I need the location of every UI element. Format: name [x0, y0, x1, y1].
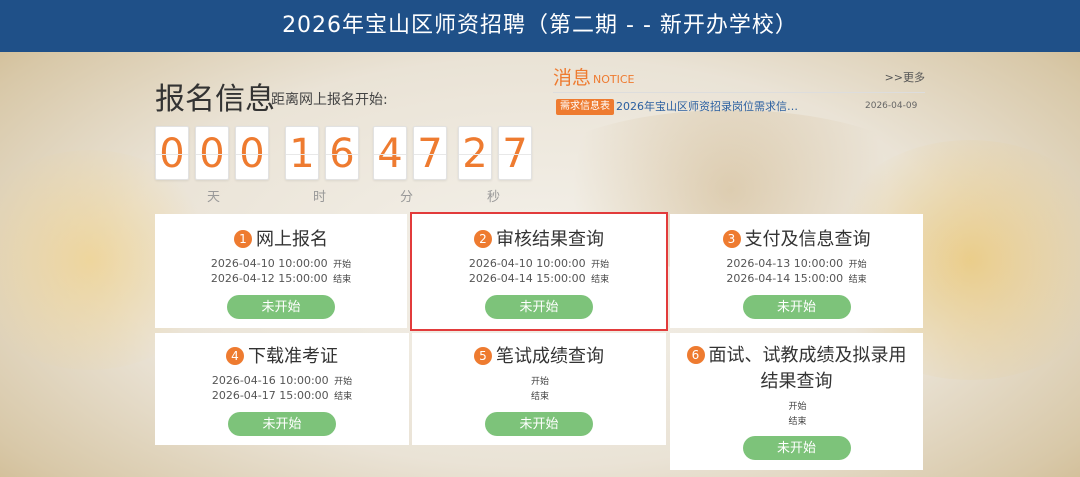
step-status-button[interactable]: 未开始	[227, 295, 335, 319]
step-card-payment-info: 3 支付及信息查询 2026-04-13 10:00:00 开始 2026-04-…	[670, 214, 923, 328]
step-end-time: 2026-04-14 15:00:00 结束	[726, 272, 867, 285]
step-card-written-exam-score: 5 笔试成绩查询 开始 结束 未开始	[412, 333, 666, 445]
step-title: 6 面试、试教成绩及拟录用结果查询	[682, 343, 911, 395]
countdown-caption: 距离网上报名开始:	[271, 92, 388, 108]
step-number-badge: 2	[474, 230, 492, 248]
step-start-time: 2026-04-13 10:00:00 开始	[726, 257, 867, 270]
step-end-time: 2026-04-17 15:00:00 结束	[211, 389, 353, 402]
step-start-time: 开始	[530, 377, 549, 387]
notice-title-en: NOTICE	[593, 73, 635, 86]
countdown-digit: 7	[498, 126, 532, 180]
step-start-time: 2026-04-10 10:00:00 开始	[468, 257, 610, 270]
step-status-button[interactable]: 未开始	[485, 412, 593, 436]
countdown-unit-seconds: 秒	[487, 190, 501, 205]
countdown-digit: 6	[325, 126, 359, 180]
step-title: 1 网上报名	[155, 227, 407, 253]
notice-link[interactable]: 2026年宝山区师资招录岗位需求信息表（新开办学校）	[616, 99, 804, 115]
step-card-review-result: 2 审核结果查询 2026-04-10 10:00:00 开始 2026-04-1…	[410, 212, 668, 331]
step-start-time: 开始	[788, 402, 807, 412]
notice-title: 消息	[553, 67, 592, 89]
notice-item[interactable]: 需求信息表 2026年宝山区师资招录岗位需求信息表（新开办学校） 2026-04…	[556, 99, 926, 115]
step-number-badge: 6	[686, 346, 705, 364]
step-number-badge: 1	[234, 230, 252, 248]
step-start-time: 2026-04-16 10:00:00 开始	[211, 374, 353, 387]
step-card-admission-ticket: 4 下载准考证 2026-04-16 10:00:00 开始 2026-04-17…	[155, 333, 409, 445]
step-end-time: 结束	[788, 417, 807, 427]
step-card-interview-result: 6 面试、试教成绩及拟录用结果查询 开始 结束 未开始	[670, 333, 923, 470]
step-end-time: 2026-04-12 15:00:00 结束	[210, 272, 352, 285]
page-header: 2026年宝山区师资招聘（第二期 - - 新开办学校）	[0, 0, 1080, 52]
step-status-button[interactable]: 未开始	[228, 412, 336, 436]
step-number-badge: 4	[226, 347, 244, 365]
countdown-unit-days: 天	[207, 190, 221, 205]
step-number-badge: 3	[722, 230, 741, 248]
step-title: 3 支付及信息查询	[670, 227, 923, 253]
signup-title: 报名信息	[155, 82, 275, 117]
countdown-digit: 0	[235, 126, 269, 180]
countdown-digit: 0	[155, 126, 189, 180]
step-number-badge: 5	[474, 347, 492, 365]
countdown-digit: 2	[458, 126, 492, 180]
notice-date: 2026-04-09	[865, 101, 918, 111]
step-end-time: 结束	[530, 392, 549, 402]
notice-header: 消息 NOTICE >>更多	[553, 63, 925, 93]
step-start-time: 2026-04-10 10:00:00 开始	[210, 257, 352, 270]
step-title: 5 笔试成绩查询	[412, 344, 666, 370]
countdown-digit: 7	[413, 126, 447, 180]
step-status-button[interactable]: 未开始	[742, 436, 851, 460]
countdown-timer: 0 0 0 1 6 4 7 2 7 天 时 分 秒	[155, 126, 535, 206]
step-card-online-signup: 1 网上报名 2026-04-10 10:00:00 开始 2026-04-12 …	[155, 214, 407, 328]
countdown-unit-hours: 时	[313, 190, 327, 205]
notice-badge: 需求信息表	[556, 99, 614, 115]
page-title: 2026年宝山区师资招聘（第二期 - - 新开办学校）	[282, 13, 798, 38]
step-status-button[interactable]: 未开始	[742, 295, 851, 319]
notice-more-link[interactable]: >>更多	[885, 69, 925, 85]
countdown-digit: 4	[373, 126, 407, 180]
step-end-time: 2026-04-14 15:00:00 结束	[468, 272, 610, 285]
step-title: 4 下载准考证	[155, 344, 409, 370]
step-status-button[interactable]: 未开始	[485, 295, 593, 319]
countdown-unit-minutes: 分	[400, 190, 414, 205]
countdown-digit: 0	[195, 126, 229, 180]
countdown-digit: 1	[285, 126, 319, 180]
step-title: 2 审核结果查询	[412, 227, 666, 253]
